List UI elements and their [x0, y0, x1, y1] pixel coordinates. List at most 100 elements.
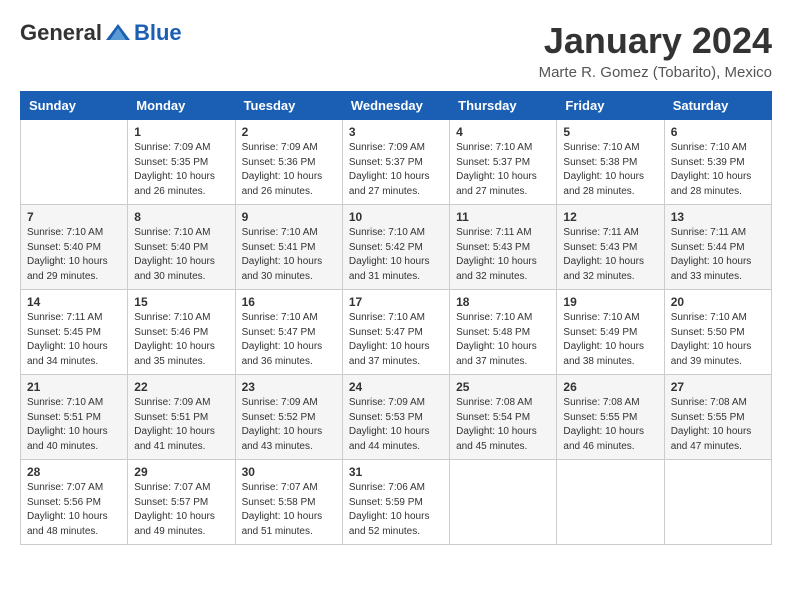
calendar-cell	[664, 460, 771, 545]
day-info: Sunrise: 7:07 AMSunset: 5:57 PMDaylight:…	[134, 481, 228, 539]
day-number: 27	[671, 380, 765, 394]
day-number: 24	[349, 380, 443, 394]
day-info: Sunrise: 7:10 AMSunset: 5:46 PMDaylight:…	[134, 311, 228, 369]
calendar-cell: 20Sunrise: 7:10 AMSunset: 5:50 PMDayligh…	[664, 290, 771, 375]
calendar-week-3: 14 Sunrise: 7:11 AMSunset: 5:45 PMDayligh…	[21, 290, 772, 375]
day-number: 21	[27, 380, 121, 394]
day-number: 8	[134, 210, 228, 224]
calendar-cell: 18 Sunrise: 7:10 AMSunset: 5:48 PMDayligh…	[450, 290, 557, 375]
day-number: 26	[563, 380, 657, 394]
location-title: Marte R. Gomez (Tobarito), Mexico	[539, 64, 772, 81]
calendar-cell: 28 Sunrise: 7:07 AMSunset: 5:56 PMDayligh…	[21, 460, 128, 545]
calendar-cell: 22 Sunrise: 7:09 AMSunset: 5:51 PMDayligh…	[128, 375, 235, 460]
calendar-cell: 2Sunrise: 7:09 AMSunset: 5:36 PMDaylight…	[235, 120, 342, 205]
calendar-cell: 10 Sunrise: 7:10 AMSunset: 5:42 PMDayligh…	[342, 205, 449, 290]
day-number: 14	[27, 295, 121, 309]
calendar-cell: 3Sunrise: 7:09 AMSunset: 5:37 PMDaylight…	[342, 120, 449, 205]
calendar-week-4: 21 Sunrise: 7:10 AMSunset: 5:51 PMDayligh…	[21, 375, 772, 460]
day-number: 13	[671, 210, 765, 224]
calendar-week-1: 1Sunrise: 7:09 AMSunset: 5:35 PMDaylight…	[21, 120, 772, 205]
day-number: 18	[456, 295, 550, 309]
logo-blue-text: Blue	[134, 20, 182, 46]
day-info: Sunrise: 7:06 AMSunset: 5:59 PMDaylight:…	[349, 481, 443, 539]
calendar-week-5: 28 Sunrise: 7:07 AMSunset: 5:56 PMDayligh…	[21, 460, 772, 545]
day-number: 31	[349, 465, 443, 479]
calendar-cell: 19 Sunrise: 7:10 AMSunset: 5:49 PMDayligh…	[557, 290, 664, 375]
month-title: January 2024	[539, 20, 772, 62]
page-header: General Blue January 2024 Marte R. Gomez…	[20, 20, 772, 81]
calendar-cell: 25Sunrise: 7:08 AMSunset: 5:54 PMDayligh…	[450, 375, 557, 460]
calendar-cell: 1Sunrise: 7:09 AMSunset: 5:35 PMDaylight…	[128, 120, 235, 205]
day-info: Sunrise: 7:10 AMSunset: 5:39 PMDaylight:…	[671, 141, 765, 199]
day-number: 6	[671, 125, 765, 139]
calendar-cell: 12 Sunrise: 7:11 AMSunset: 5:43 PMDayligh…	[557, 205, 664, 290]
day-info: Sunrise: 7:10 AMSunset: 5:40 PMDaylight:…	[27, 226, 121, 284]
day-number: 22	[134, 380, 228, 394]
day-info: Sunrise: 7:09 AMSunset: 5:52 PMDaylight:…	[242, 396, 336, 454]
day-number: 29	[134, 465, 228, 479]
day-number: 16	[242, 295, 336, 309]
header-thursday: Thursday	[450, 92, 557, 120]
day-info: Sunrise: 7:10 AMSunset: 5:41 PMDaylight:…	[242, 226, 336, 284]
day-info: Sunrise: 7:11 AMSunset: 5:44 PMDaylight:…	[671, 226, 765, 284]
day-info: Sunrise: 7:08 AMSunset: 5:55 PMDaylight:…	[671, 396, 765, 454]
calendar-cell: 6 Sunrise: 7:10 AMSunset: 5:39 PMDaylight…	[664, 120, 771, 205]
day-number: 12	[563, 210, 657, 224]
calendar-cell: 8 Sunrise: 7:10 AMSunset: 5:40 PMDaylight…	[128, 205, 235, 290]
day-info: Sunrise: 7:10 AMSunset: 5:38 PMDaylight:…	[563, 141, 657, 199]
calendar-cell: 30Sunrise: 7:07 AMSunset: 5:58 PMDayligh…	[235, 460, 342, 545]
calendar-cell: 7 Sunrise: 7:10 AMSunset: 5:40 PMDaylight…	[21, 205, 128, 290]
day-number: 28	[27, 465, 121, 479]
day-info: Sunrise: 7:08 AMSunset: 5:55 PMDaylight:…	[563, 396, 657, 454]
calendar-cell: 9 Sunrise: 7:10 AMSunset: 5:41 PMDaylight…	[235, 205, 342, 290]
day-info: Sunrise: 7:10 AMSunset: 5:51 PMDaylight:…	[27, 396, 121, 454]
day-number: 19	[563, 295, 657, 309]
day-info: Sunrise: 7:07 AMSunset: 5:56 PMDaylight:…	[27, 481, 121, 539]
header-saturday: Saturday	[664, 92, 771, 120]
day-number: 25	[456, 380, 550, 394]
header-tuesday: Tuesday	[235, 92, 342, 120]
day-info: Sunrise: 7:09 AMSunset: 5:36 PMDaylight:…	[242, 141, 336, 199]
calendar-cell: 23 Sunrise: 7:09 AMSunset: 5:52 PMDayligh…	[235, 375, 342, 460]
day-info: Sunrise: 7:11 AMSunset: 5:43 PMDaylight:…	[456, 226, 550, 284]
day-number: 5	[563, 125, 657, 139]
calendar-cell: 17Sunrise: 7:10 AMSunset: 5:47 PMDayligh…	[342, 290, 449, 375]
day-info: Sunrise: 7:10 AMSunset: 5:40 PMDaylight:…	[134, 226, 228, 284]
calendar-cell	[21, 120, 128, 205]
day-info: Sunrise: 7:10 AMSunset: 5:42 PMDaylight:…	[349, 226, 443, 284]
day-info: Sunrise: 7:11 AMSunset: 5:45 PMDaylight:…	[27, 311, 121, 369]
day-number: 7	[27, 210, 121, 224]
calendar-cell: 21 Sunrise: 7:10 AMSunset: 5:51 PMDayligh…	[21, 375, 128, 460]
day-number: 23	[242, 380, 336, 394]
header-monday: Monday	[128, 92, 235, 120]
day-info: Sunrise: 7:10 AMSunset: 5:48 PMDaylight:…	[456, 311, 550, 369]
day-number: 1	[134, 125, 228, 139]
logo: General Blue	[20, 20, 182, 46]
day-info: Sunrise: 7:10 AMSunset: 5:37 PMDaylight:…	[456, 141, 550, 199]
day-number: 20	[671, 295, 765, 309]
day-number: 9	[242, 210, 336, 224]
calendar-cell: 15Sunrise: 7:10 AMSunset: 5:46 PMDayligh…	[128, 290, 235, 375]
calendar-cell: 14 Sunrise: 7:11 AMSunset: 5:45 PMDayligh…	[21, 290, 128, 375]
day-number: 30	[242, 465, 336, 479]
day-info: Sunrise: 7:09 AMSunset: 5:51 PMDaylight:…	[134, 396, 228, 454]
day-number: 17	[349, 295, 443, 309]
day-info: Sunrise: 7:10 AMSunset: 5:49 PMDaylight:…	[563, 311, 657, 369]
calendar-cell: 24Sunrise: 7:09 AMSunset: 5:53 PMDayligh…	[342, 375, 449, 460]
day-number: 10	[349, 210, 443, 224]
day-info: Sunrise: 7:09 AMSunset: 5:37 PMDaylight:…	[349, 141, 443, 199]
calendar-cell: 5 Sunrise: 7:10 AMSunset: 5:38 PMDaylight…	[557, 120, 664, 205]
calendar-cell: 13 Sunrise: 7:11 AMSunset: 5:44 PMDayligh…	[664, 205, 771, 290]
calendar-cell: 4 Sunrise: 7:10 AMSunset: 5:37 PMDaylight…	[450, 120, 557, 205]
day-info: Sunrise: 7:11 AMSunset: 5:43 PMDaylight:…	[563, 226, 657, 284]
logo-general-text: General	[20, 20, 102, 46]
header-sunday: Sunday	[21, 92, 128, 120]
day-number: 11	[456, 210, 550, 224]
calendar-cell	[557, 460, 664, 545]
calendar-header-row: SundayMondayTuesdayWednesdayThursdayFrid…	[21, 92, 772, 120]
calendar-week-2: 7 Sunrise: 7:10 AMSunset: 5:40 PMDaylight…	[21, 205, 772, 290]
day-number: 4	[456, 125, 550, 139]
calendar-cell	[450, 460, 557, 545]
calendar-cell: 29 Sunrise: 7:07 AMSunset: 5:57 PMDayligh…	[128, 460, 235, 545]
logo-icon	[104, 22, 132, 44]
